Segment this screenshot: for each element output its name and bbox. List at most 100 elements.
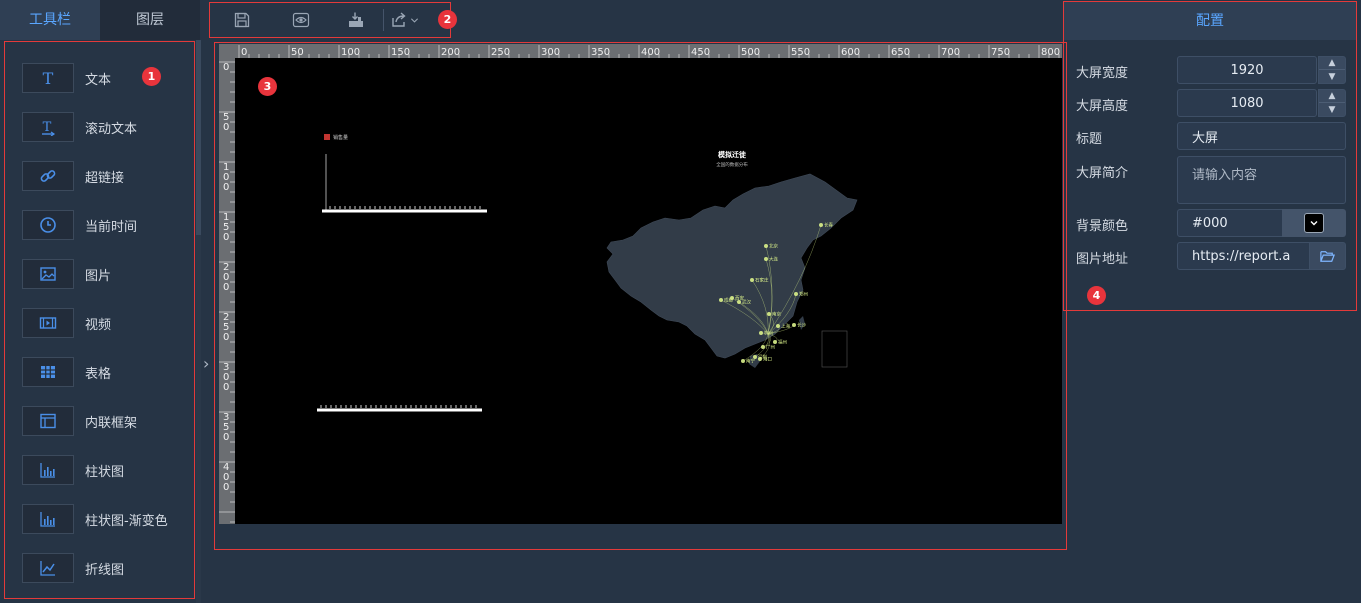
folder-open-icon bbox=[1320, 250, 1336, 262]
tool-scroll-text[interactable]: T 滚动文本 bbox=[22, 111, 192, 143]
browse-folder-button[interactable] bbox=[1309, 242, 1346, 270]
increment-icon[interactable]: ▲ bbox=[1319, 90, 1345, 103]
tool-current-time[interactable]: 当前时间 bbox=[22, 209, 192, 241]
ruler-label: 200 bbox=[441, 47, 460, 58]
toolbar bbox=[209, 2, 451, 38]
ruler-label: 0 bbox=[223, 282, 229, 293]
screen-stage[interactable]: 销售量 模拟迁徙 全国的数据分布 长春 北京 大连 石家庄 郑州 西安 成都 武汉 南京 上海 长沙… bbox=[235, 58, 1062, 524]
ruler-label: 650 bbox=[891, 47, 910, 58]
stage-widgets: 销售量 模拟迁徙 全国的数据分布 长春北京大连石家庄郑州西安成都 武汉南京上海 长沙… bbox=[317, 134, 858, 412]
city-point bbox=[737, 300, 741, 304]
config-panel: 配置 大屏宽度 ▲ ▼ 大屏高度 ▲ ▼ 标题 大屏简介 请输入内容 背景颜色 … bbox=[1063, 1, 1357, 311]
tool-label: 文本 bbox=[85, 72, 112, 88]
screen-height-input[interactable] bbox=[1177, 89, 1317, 117]
bg-color-label: 背景颜色 bbox=[1076, 219, 1129, 234]
city-point bbox=[764, 244, 768, 248]
color-picker-button[interactable] bbox=[1282, 209, 1346, 237]
tool-line-chart[interactable]: 折线图 bbox=[22, 552, 192, 584]
city-label: 南京 bbox=[772, 311, 781, 318]
ruler-corner bbox=[219, 44, 235, 58]
line-chart-x-ticks bbox=[320, 405, 477, 408]
city-label: 北京 bbox=[769, 243, 778, 250]
city-label: 福州 bbox=[778, 339, 787, 346]
screen-width-label: 大屏宽度 bbox=[1076, 66, 1129, 81]
video-icon bbox=[22, 308, 74, 338]
ruler-label: 0 bbox=[223, 432, 229, 443]
intro-textarea[interactable]: 请输入内容 bbox=[1177, 156, 1346, 204]
ruler-label: 50 bbox=[291, 47, 304, 58]
screen-height-label: 大屏高度 bbox=[1076, 99, 1129, 114]
ruler-label: 0 bbox=[223, 62, 229, 73]
chevron-down-icon bbox=[1310, 221, 1318, 226]
tool-table[interactable]: 表格 bbox=[22, 356, 192, 388]
ruler-label: 0 bbox=[241, 47, 247, 58]
horizontal-ruler[interactable]: 0 50 100 150 200 250 300 350 400 450 500 550 600 650 7… bbox=[235, 44, 1062, 58]
tool-label: 图片 bbox=[85, 268, 112, 284]
annotation-badge-4: 4 bbox=[1087, 286, 1106, 305]
export-button[interactable] bbox=[384, 3, 424, 37]
ruler-label: 100 bbox=[341, 47, 360, 58]
ruler-label: 150 bbox=[391, 47, 410, 58]
image-url-input[interactable] bbox=[1177, 242, 1310, 270]
tool-image[interactable]: 图片 bbox=[22, 258, 192, 290]
image-url-label: 图片地址 bbox=[1076, 252, 1129, 267]
save-icon bbox=[234, 12, 249, 28]
decrement-icon[interactable]: ▼ bbox=[1319, 103, 1345, 116]
city-label: 长春 bbox=[824, 222, 833, 229]
preview-button[interactable] bbox=[273, 3, 328, 37]
screen-width-stepper[interactable]: ▲ ▼ bbox=[1318, 56, 1346, 84]
increment-icon[interactable]: ▲ bbox=[1319, 57, 1345, 70]
vertical-ruler-ticks: 050100150200250300350400 bbox=[219, 61, 235, 523]
bar-chart-icon bbox=[22, 455, 74, 485]
tool-video[interactable]: 视频 bbox=[22, 307, 192, 339]
ruler-label: 750 bbox=[991, 47, 1010, 58]
tab-toolbox[interactable]: 工具栏 bbox=[0, 0, 100, 40]
tool-hyperlink[interactable]: 超链接 bbox=[22, 160, 192, 192]
screen-height-stepper[interactable]: ▲ ▼ bbox=[1318, 89, 1346, 117]
import-button[interactable] bbox=[328, 3, 383, 37]
city-point bbox=[758, 357, 762, 361]
tool-bar-chart[interactable]: 柱状图 bbox=[22, 454, 192, 486]
ruler-label: 0 bbox=[223, 332, 229, 343]
import-icon bbox=[348, 12, 363, 27]
city-label: 南宁 bbox=[746, 358, 755, 365]
bg-color-input[interactable] bbox=[1177, 209, 1283, 237]
tool-bar-chart-gradient[interactable]: 柱状图-渐变色 bbox=[22, 503, 192, 535]
vertical-ruler[interactable]: 050100150200250300350400 bbox=[219, 58, 235, 524]
annotation-badge-1: 1 bbox=[142, 67, 161, 86]
tool-iframe[interactable]: 内联框架 bbox=[22, 405, 192, 437]
intro-label: 大屏简介 bbox=[1076, 166, 1129, 181]
city-point bbox=[819, 223, 823, 227]
left-scrollbar-thumb[interactable] bbox=[196, 40, 201, 235]
city-point bbox=[759, 331, 763, 335]
ruler-label: 0 bbox=[223, 182, 229, 193]
city-label: 郑州 bbox=[799, 291, 808, 298]
image-icon bbox=[22, 259, 74, 289]
ruler-label: 500 bbox=[741, 47, 760, 58]
tool-label: 内联框架 bbox=[85, 415, 138, 431]
city-label: 海口 bbox=[763, 356, 772, 363]
tab-layers[interactable]: 图层 bbox=[100, 0, 200, 40]
city-label: 武汉 bbox=[742, 299, 751, 306]
ruler-label: 350 bbox=[591, 47, 610, 58]
city-point bbox=[719, 298, 723, 302]
title-input[interactable] bbox=[1177, 122, 1346, 150]
city-point bbox=[764, 257, 768, 261]
link-icon bbox=[22, 161, 74, 191]
ruler-label: 300 bbox=[541, 47, 560, 58]
tool-label: 超链接 bbox=[85, 170, 125, 186]
tool-text[interactable]: T 文本 bbox=[22, 62, 192, 94]
tool-label: 当前时间 bbox=[85, 219, 138, 235]
city-point bbox=[741, 359, 745, 363]
tool-label: 滚动文本 bbox=[85, 121, 138, 137]
ruler-label: 600 bbox=[841, 47, 860, 58]
clock-icon bbox=[22, 210, 74, 240]
line-chart-icon bbox=[22, 553, 74, 583]
screen-width-input[interactable] bbox=[1177, 56, 1317, 84]
save-button[interactable] bbox=[210, 3, 273, 37]
horizontal-ruler-ticks: 0 50 100 150 200 250 300 350 400 450 500 550 600 650 7… bbox=[238, 45, 1060, 58]
decrement-icon[interactable]: ▼ bbox=[1319, 70, 1345, 83]
ruler-label: 400 bbox=[641, 47, 660, 58]
ruler-label: 450 bbox=[691, 47, 710, 58]
south-sea-inset bbox=[821, 330, 848, 368]
